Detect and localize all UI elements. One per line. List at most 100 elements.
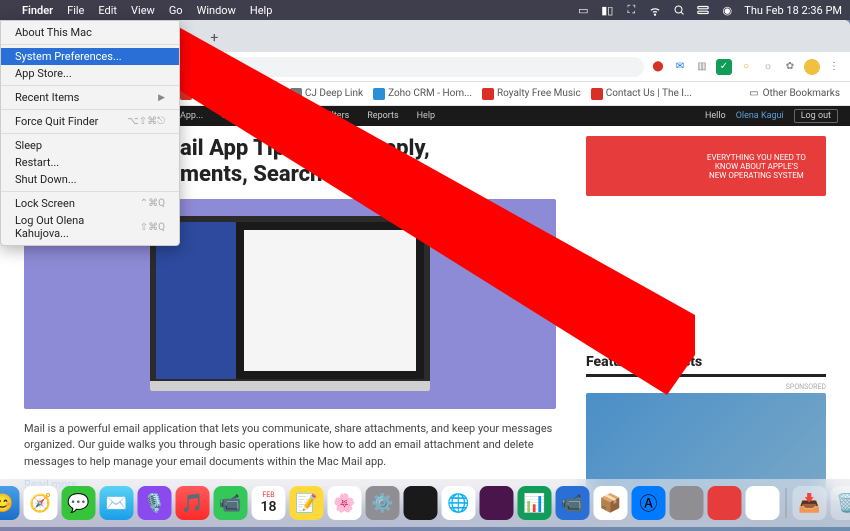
dock-finder-icon[interactable]: 😊: [0, 486, 20, 520]
menubar-right: ▭ ▮▯ ⛶ ◉ Thu Feb 18 2:36 PM: [576, 3, 842, 17]
favicon-icon: [482, 88, 494, 100]
menu-label: Recent Items: [15, 91, 79, 104]
new-tab-button[interactable]: +: [202, 24, 226, 52]
site-nav-item[interactable]: App...: [180, 111, 203, 121]
site-nav-right: Hello Olena Kagui Log out: [705, 109, 850, 123]
dock-app-icon[interactable]: [746, 486, 780, 520]
dock-settings-icon[interactable]: ⚙️: [366, 486, 400, 520]
submenu-arrow-icon: ▶: [158, 93, 165, 103]
screenshot-icon[interactable]: ⛶: [624, 3, 638, 17]
bookmark-item[interactable]: CJ Deep Link: [290, 88, 363, 100]
menubar-item-help[interactable]: Help: [250, 4, 273, 17]
menubar-item-view[interactable]: View: [131, 4, 155, 17]
menubar-item-edit[interactable]: Edit: [98, 4, 117, 17]
menubar-clock[interactable]: Thu Feb 18 2:36 PM: [744, 4, 842, 17]
folder-icon: ▭: [749, 88, 758, 99]
menubar-item-go[interactable]: Go: [169, 4, 183, 17]
battery-icon[interactable]: ▮▯: [600, 3, 614, 17]
extension-icon[interactable]: ⬤: [650, 59, 666, 75]
dock-music-icon[interactable]: 🎵: [176, 486, 210, 520]
menu-shut-down[interactable]: Shut Down...: [1, 171, 179, 188]
menu-lock-screen[interactable]: Lock Screen⌃⌘Q: [1, 195, 179, 212]
dock-facetime-icon[interactable]: 📹: [214, 486, 248, 520]
menubar-app-name[interactable]: Finder: [22, 4, 53, 17]
dock-downloads-icon[interactable]: 📥: [793, 486, 827, 520]
dock-app-icon[interactable]: [708, 486, 742, 520]
menu-separator: [1, 133, 179, 134]
control-center-icon[interactable]: [696, 3, 710, 17]
promo-banner[interactable]: EVERYTHING YOU NEED TO KNOW ABOUT APPLE'…: [586, 136, 826, 196]
user-link[interactable]: Olena Kagui: [736, 111, 784, 121]
bookmark-item[interactable]: Royalty Free Music: [482, 88, 581, 100]
display-icon[interactable]: ▭: [576, 3, 590, 17]
dock-app-icon[interactable]: 📦: [594, 486, 628, 520]
dock-chrome-icon[interactable]: 🌐: [442, 486, 476, 520]
menu-log-out[interactable]: Log Out Olena Kahujova...⇧⌘Q: [1, 212, 179, 242]
extension-icon[interactable]: ✓: [716, 59, 732, 75]
dock-slack-icon[interactable]: [480, 486, 514, 520]
dock-sheets-icon[interactable]: 📊: [518, 486, 552, 520]
favicon-icon: [290, 88, 302, 100]
menu-system-preferences[interactable]: System Preferences...: [1, 48, 179, 65]
dock-app-icon[interactable]: [670, 486, 704, 520]
site-nav-item[interactable]: Help: [417, 111, 435, 121]
promo-line: NEW OPERATING SYSTEM: [709, 171, 804, 180]
calendar-day: 18: [261, 499, 277, 515]
promo-line: KNOW ABOUT APPLE'S: [715, 162, 798, 171]
siri-icon[interactable]: ◉: [720, 3, 734, 17]
other-bookmarks[interactable]: ▭ Other Bookmarks: [749, 88, 850, 99]
dock-appstore-icon[interactable]: Ⓐ: [632, 486, 666, 520]
dock-zoom-icon[interactable]: 📹: [556, 486, 590, 520]
bookmark-item[interactable]: 2016/2017 China...: [180, 88, 280, 100]
wifi-icon[interactable]: [648, 3, 662, 17]
site-nav-item[interactable]: Configuration: [221, 111, 275, 121]
browser-menu-icon[interactable]: ⋮: [826, 59, 842, 75]
dock-podcasts-icon[interactable]: 🎙️: [138, 486, 172, 520]
search-icon[interactable]: [672, 3, 686, 17]
menu-separator: [1, 44, 179, 45]
profile-avatar-icon[interactable]: [804, 59, 820, 75]
menu-about-this-mac[interactable]: About This Mac: [1, 24, 179, 41]
dock-trash-icon[interactable]: 🗑️: [831, 486, 850, 520]
bookmark-item[interactable]: Contact Us | The I...: [591, 88, 692, 100]
logout-button[interactable]: Log out: [794, 109, 838, 123]
tab-close-button[interactable]: ×: [180, 24, 202, 52]
bookmark-item[interactable]: Zoho CRM - Hom...: [373, 88, 472, 100]
article-description: Mail is a powerful email application tha…: [24, 421, 556, 471]
menubar-item-file[interactable]: File: [67, 4, 84, 17]
menu-label: Force Quit Finder: [15, 115, 98, 128]
dock-photos-icon[interactable]: 🌸: [328, 486, 362, 520]
menu-app-store[interactable]: App Store...: [1, 65, 179, 82]
other-bookmarks-label: Other Bookmarks: [763, 88, 840, 99]
menu-force-quit[interactable]: Force Quit Finder ⌥⇧⌘⎋: [1, 113, 179, 130]
dock-terminal-icon[interactable]: [404, 486, 438, 520]
menu-label: Sleep: [15, 139, 42, 152]
dock-messages-icon[interactable]: 💬: [62, 486, 96, 520]
menu-label: Log Out Olena Kahujova...: [15, 214, 140, 240]
site-nav-item[interactable]: Custom filters: [293, 111, 349, 121]
menu-shortcut: ⌥⇧⌘⎋: [127, 116, 165, 127]
menu-sleep[interactable]: Sleep: [1, 137, 179, 154]
menu-restart[interactable]: Restart...: [1, 154, 179, 171]
dock-mail-icon[interactable]: ✉️: [100, 486, 134, 520]
apple-dropdown-menu: About This Mac System Preferences... App…: [0, 20, 180, 246]
extension-icon[interactable]: ✉: [672, 59, 688, 75]
menu-recent-items[interactable]: Recent Items ▶: [1, 89, 179, 106]
laptop-base: [150, 381, 430, 391]
promo-line: EVERYTHING YOU NEED TO: [707, 153, 806, 162]
dock-calendar-icon[interactable]: FEB18: [252, 486, 286, 520]
site-nav-item[interactable]: Reports: [367, 111, 398, 121]
dock-safari-icon[interactable]: 🧭: [24, 486, 58, 520]
dock-separator: [786, 488, 787, 518]
menubar-item-window[interactable]: Window: [197, 4, 236, 17]
bookmark-label: 2016/2017 China...: [195, 88, 280, 99]
dock-notes-icon[interactable]: 📝: [290, 486, 324, 520]
extension-icon[interactable]: ▥: [694, 59, 710, 75]
extension-icon[interactable]: ☼: [760, 59, 776, 75]
extension-icon[interactable]: ○: [738, 59, 754, 75]
extension-icon[interactable]: ✿: [782, 59, 798, 75]
dock: 😊 🧭 💬 ✉️ 🎙️ 🎵 📹 FEB18 📝 🌸 ⚙️ 🌐 📊 📹 📦 Ⓐ 📥…: [0, 479, 850, 527]
menubar-left: Finder File Edit View Go Window Help: [8, 4, 272, 17]
menu-separator: [1, 85, 179, 86]
bookmark-label: Contact Us | The I...: [606, 88, 692, 99]
